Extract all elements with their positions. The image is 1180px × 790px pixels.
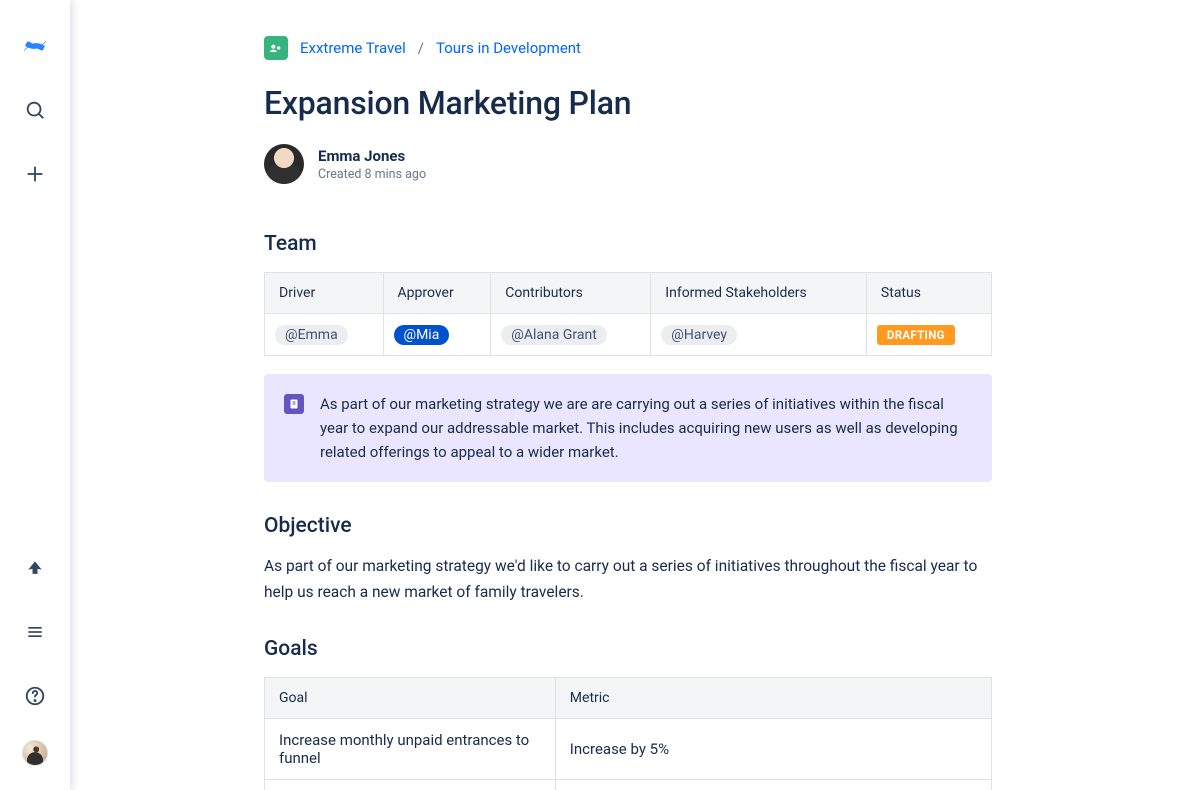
notification-icon[interactable] [15,548,55,588]
th-metric: Metric [555,678,991,719]
th-contributors: Contributors [491,273,651,314]
breadcrumb-space[interactable]: Exxtreme Travel [300,39,406,57]
section-objective-heading: Objective [264,514,992,538]
help-icon[interactable] [15,676,55,716]
info-panel-text: As part of our marketing strategy we are… [320,392,972,464]
created-meta: Created 8 mins ago [318,167,426,182]
note-icon [284,394,304,414]
objective-text: As part of our marketing strategy we'd l… [264,554,992,605]
mention-approver[interactable]: @Mia [394,325,450,345]
info-panel: As part of our marketing strategy we are… [264,374,992,482]
space-icon[interactable] [264,36,288,60]
menu-icon[interactable] [15,612,55,652]
section-team-heading: Team [264,232,992,256]
table-row: Increase monthly unpaid entrances to fun… [265,719,992,780]
confluence-logo-icon[interactable] [15,26,55,66]
goals-table: Goal Metric Increase monthly unpaid entr… [264,677,992,790]
user-avatar[interactable] [22,740,48,766]
status-badge: DRAFTING [877,325,955,345]
mention-informed[interactable]: @Harvey [661,325,737,345]
metric-cell: Increase by 5% [555,719,991,780]
global-sidebar [0,0,70,790]
goal-cell: Increase monthly signups [265,780,556,790]
search-icon[interactable] [15,90,55,130]
table-row: Increase monthly signups Increase by 5% [265,780,992,790]
team-table: Driver Approver Contributors Informed St… [264,272,992,356]
author-name: Emma Jones [318,147,426,165]
th-goal: Goal [265,678,556,719]
th-informed: Informed Stakeholders [651,273,867,314]
mention-driver[interactable]: @Emma [275,325,348,345]
create-icon[interactable] [15,154,55,194]
breadcrumb-separator: / [418,39,424,57]
th-approver: Approver [383,273,491,314]
section-goals-heading: Goals [264,637,992,661]
author-avatar[interactable] [264,144,304,184]
main-content: Exxtreme Travel / Tours in Development E… [70,0,1180,790]
th-driver: Driver [265,273,384,314]
byline: Emma Jones Created 8 mins ago [264,144,992,184]
breadcrumb-parent[interactable]: Tours in Development [436,39,581,57]
th-status: Status [866,273,991,314]
breadcrumb: Exxtreme Travel / Tours in Development [264,36,992,60]
goal-cell: Increase monthly unpaid entrances to fun… [265,719,556,780]
page-title: Expansion Marketing Plan [264,84,992,122]
mention-contributor[interactable]: @Alana Grant [501,325,606,345]
metric-cell: Increase by 5% [555,780,991,790]
